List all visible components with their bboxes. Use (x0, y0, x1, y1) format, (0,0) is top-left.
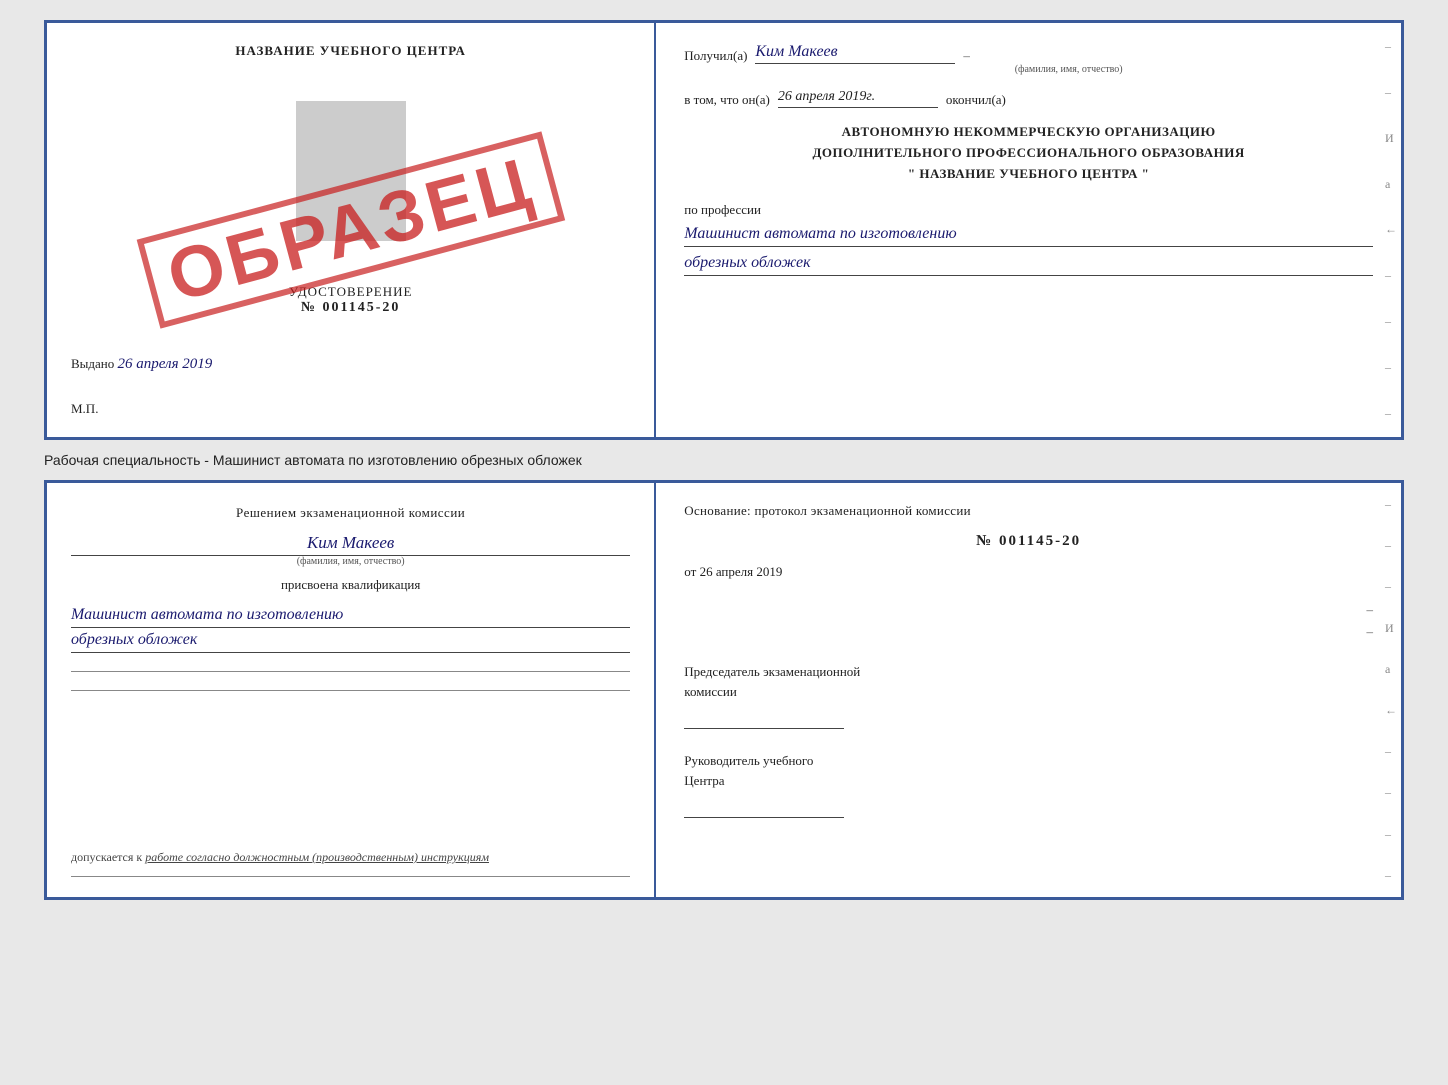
org-line1: АВТОНОМНУЮ НЕКОММЕРЧЕСКУЮ ОРГАНИЗАЦИЮ (684, 122, 1373, 143)
vtom-label: в том, что он(а) (684, 92, 770, 108)
vydano-value: 26 апреля 2019 (118, 356, 213, 372)
photo-placeholder (296, 101, 406, 241)
poluchil-row: Получил(а) Ким Макеев – (684, 43, 1373, 64)
dashes-row: – – (684, 602, 1373, 640)
rukovoditel-block: Руководитель учебного Центра (684, 751, 1373, 818)
osnovaniye-title: Основание: протокол экзаменационной коми… (684, 503, 1373, 519)
right-side-dashes: – – И а ← – – – – (1381, 23, 1401, 437)
profession-value1: Машинист автомата по изготовлению (684, 222, 1373, 247)
school-name-top: НАЗВАНИЕ УЧЕБНОГО ЦЕНТРА (235, 43, 466, 59)
predsedatel-label: Председатель экзаменационной комиссии (684, 662, 1373, 701)
bottom-left: Решением экзаменационной комиссии Ким Ма… (47, 483, 656, 897)
document-container: НАЗВАНИЕ УЧЕБНОГО ЦЕНТРА УДОСТОВЕРЕНИЕ №… (44, 20, 1404, 900)
protocol-number: № 001145-20 (684, 533, 1373, 550)
bottom-name-subtext: (фамилия, имя, отчество) (71, 556, 630, 567)
profession-value2: обрезных обложек (684, 251, 1373, 276)
bottom-name-block: Ким Макеев (фамилия, имя, отчество) (71, 533, 630, 567)
protocol-date-value: 26 апреля 2019 (700, 564, 783, 579)
org-block: АВТОНОМНУЮ НЕКОММЕРЧЕСКУЮ ОРГАНИЗАЦИЮ ДО… (684, 122, 1373, 184)
vydano-label: Выдано (71, 356, 114, 371)
poluchil-block: Получил(а) Ким Макеев – (фамилия, имя, о… (684, 43, 1373, 75)
vydano-line: Выдано 26 апреля 2019 (71, 356, 630, 373)
dopuskaetsya-value: работе согласно должностным (производств… (145, 850, 489, 864)
bottom-right-dashes: – – – И а ← – – – – (1381, 483, 1401, 897)
udostoverenie-title: УДОСТОВЕРЕНИЕ (289, 284, 413, 300)
vtom-value: 26 апреля 2019г. (778, 89, 938, 108)
udostoverenie-number: № 001145-20 (289, 300, 413, 316)
po-professii-label: по профессии (684, 202, 1373, 218)
h-line-3 (71, 876, 630, 877)
poluchil-subtext: (фамилия, имя, отчество) (764, 64, 1373, 75)
prisvoena-text: присвоена квалификация (71, 577, 630, 593)
h-line-2 (71, 690, 630, 691)
predsedatel-signature-line (684, 705, 844, 729)
profession-block: по профессии Машинист автомата по изгото… (684, 202, 1373, 276)
org-line3: " НАЗВАНИЕ УЧЕБНОГО ЦЕНТРА " (684, 164, 1373, 185)
dash1: – (963, 48, 970, 64)
qualification-value1: Машинист автомата по изготовлению (71, 603, 630, 628)
bottom-right: Основание: протокол экзаменационной коми… (656, 483, 1401, 897)
dopuskaetsya-block: допускается к работе согласно должностны… (71, 848, 630, 866)
h-line-1 (71, 671, 630, 672)
rukovoditel-signature-line (684, 794, 844, 818)
rukovoditel-label: Руководитель учебного Центра (684, 751, 1373, 790)
qualification-value2: обрезных обложек (71, 628, 630, 653)
top-certificate: НАЗВАНИЕ УЧЕБНОГО ЦЕНТРА УДОСТОВЕРЕНИЕ №… (44, 20, 1404, 440)
bottom-qualification-block: Машинист автомата по изготовлению обрезн… (71, 603, 630, 653)
specialty-text: Рабочая специальность - Машинист автомат… (44, 448, 1404, 472)
commission-title: Решением экзаменационной комиссии (71, 503, 630, 523)
bottom-certificate: Решением экзаменационной комиссии Ким Ма… (44, 480, 1404, 900)
cert-right: Получил(а) Ким Макеев – (фамилия, имя, о… (656, 23, 1401, 437)
vtom-row: в том, что он(а) 26 апреля 2019г. окончи… (684, 89, 1373, 108)
org-line2: ДОПОЛНИТЕЛЬНОГО ПРОФЕССИОНАЛЬНОГО ОБРАЗО… (684, 143, 1373, 164)
predsedatel-block: Председатель экзаменационной комиссии (684, 662, 1373, 729)
dopuskaetsya-label: допускается к (71, 850, 142, 864)
protocol-date: от 26 апреля 2019 (684, 564, 1373, 580)
okonchil-label: окончил(а) (946, 92, 1006, 108)
poluchil-value: Ким Макеев (755, 43, 955, 64)
cert-left: НАЗВАНИЕ УЧЕБНОГО ЦЕНТРА УДОСТОВЕРЕНИЕ №… (47, 23, 656, 437)
poluchil-label: Получил(а) (684, 48, 747, 64)
mp-line: М.П. (71, 401, 630, 417)
h-lines-block (71, 671, 630, 691)
bottom-name-value: Ким Макеев (71, 533, 630, 556)
protocol-date-of: от (684, 564, 696, 579)
udostoverenie-block: УДОСТОВЕРЕНИЕ № 001145-20 (289, 284, 413, 316)
